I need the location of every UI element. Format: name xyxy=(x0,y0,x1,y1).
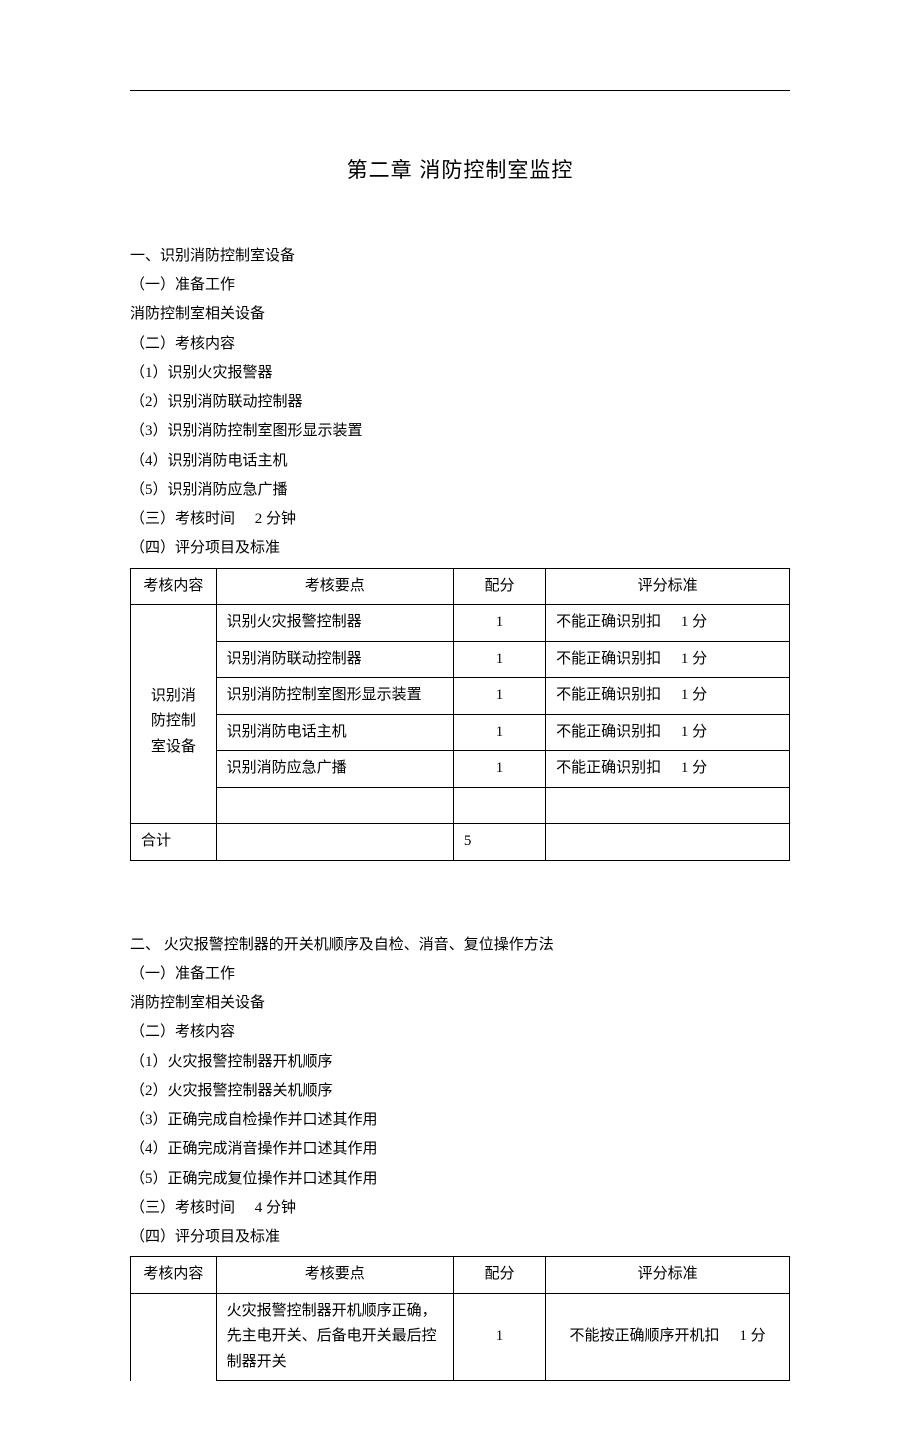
std-cell: 不能正确识别扣 1 分 xyxy=(546,714,790,751)
sum-label-cell: 合计 xyxy=(131,824,217,861)
th-score: 配分 xyxy=(453,568,545,605)
point-cell: 识别消防应急广播 xyxy=(216,751,453,788)
point-cell: 识别消防联动控制器 xyxy=(216,641,453,678)
std-suffix: 1 分 xyxy=(665,610,707,636)
table-row-sum: 合计 5 xyxy=(131,824,790,861)
table-row: 识别消防应急广播 1 不能正确识别扣 1 分 xyxy=(131,751,790,788)
s2-item-4: （4）正确完成消音操作并口述其作用 xyxy=(130,1135,790,1164)
s2-item-5: （5）正确完成复位操作并口述其作用 xyxy=(130,1165,790,1194)
std-suffix: 1 分 xyxy=(723,1324,765,1350)
s2-item-1: （1）火灾报警控制器开机顺序 xyxy=(130,1048,790,1077)
group-line2: 防控制 xyxy=(151,713,196,729)
s1-time-value: 2 分钟 xyxy=(239,505,296,534)
score-cell: 1 xyxy=(453,678,545,715)
s1-prep-text: 消防控制室相关设备 xyxy=(130,300,790,329)
s1-item-1: （1）识别火灾报警器 xyxy=(130,359,790,388)
table-row: 识别消 防控制 室设备 识别火灾报警控制器 1 不能正确识别扣 1 分 xyxy=(131,605,790,642)
s2-table: 考核内容 考核要点 配分 评分标准 火灾报警控制器开机顺序正确，先主电开关、后备… xyxy=(130,1256,790,1381)
s2-prep-label: （一）准备工作 xyxy=(130,960,790,989)
std-prefix: 不能正确识别扣 xyxy=(556,687,661,703)
group-cell: 识别消 防控制 室设备 xyxy=(131,605,217,824)
score-cell: 1 xyxy=(453,751,545,788)
group-line3: 室设备 xyxy=(151,739,196,755)
score-cell: 1 xyxy=(453,1293,545,1381)
std-cell: 不能正确识别扣 1 分 xyxy=(546,605,790,642)
empty-cell xyxy=(546,787,790,824)
s1-time-prefix: （三）考核时间 xyxy=(130,511,235,527)
th-std: 评分标准 xyxy=(546,1257,790,1294)
s2-item-2: （2）火灾报警控制器关机顺序 xyxy=(130,1077,790,1106)
empty-cell xyxy=(453,787,545,824)
s1-heading: 一、识别消防控制室设备 xyxy=(130,242,790,271)
s2-time-prefix: （三）考核时间 xyxy=(130,1200,235,1216)
top-rule xyxy=(130,90,790,91)
s2-heading: 二、 火灾报警控制器的开关机顺序及自检、消音、复位操作方法 xyxy=(130,931,790,960)
s1-item-4: （4）识别消防电话主机 xyxy=(130,447,790,476)
th-point: 考核要点 xyxy=(216,1257,453,1294)
table-header-row: 考核内容 考核要点 配分 评分标准 xyxy=(131,568,790,605)
std-prefix: 不能正确识别扣 xyxy=(556,651,661,667)
s2-prep-text: 消防控制室相关设备 xyxy=(130,989,790,1018)
s1-item-3: （3）识别消防控制室图形显示装置 xyxy=(130,417,790,446)
s2-std-label: （四）评分项目及标准 xyxy=(130,1223,790,1252)
s1-table: 考核内容 考核要点 配分 评分标准 识别消 防控制 室设备 识别火灾报警控制器 … xyxy=(130,568,790,861)
s1-item-2: （2）识别消防联动控制器 xyxy=(130,388,790,417)
std-suffix: 1 分 xyxy=(665,683,707,709)
group-line1: 识别消 xyxy=(151,688,196,704)
th-content: 考核内容 xyxy=(131,568,217,605)
empty-cell xyxy=(216,787,453,824)
chapter-title: 第二章 消防控制室监控 xyxy=(130,151,790,192)
std-cell: 不能正确识别扣 1 分 xyxy=(546,678,790,715)
table-row: 识别消防电话主机 1 不能正确识别扣 1 分 xyxy=(131,714,790,751)
std-cell: 不能正确识别扣 1 分 xyxy=(546,751,790,788)
std-suffix: 1 分 xyxy=(665,720,707,746)
s2-time: （三）考核时间 4 分钟 xyxy=(130,1194,790,1223)
point-cell: 识别消防控制室图形显示装置 xyxy=(216,678,453,715)
std-prefix: 不能正确识别扣 xyxy=(556,614,661,630)
std-prefix: 不能正确识别扣 xyxy=(556,724,661,740)
th-score: 配分 xyxy=(453,1257,545,1294)
s1-prep-label: （一）准备工作 xyxy=(130,271,790,300)
table-header-row: 考核内容 考核要点 配分 评分标准 xyxy=(131,1257,790,1294)
sum-value-cell: 5 xyxy=(453,824,545,861)
empty-cell xyxy=(546,824,790,861)
std-cell: 不能正确识别扣 1 分 xyxy=(546,641,790,678)
th-std: 评分标准 xyxy=(546,568,790,605)
std-suffix: 1 分 xyxy=(665,647,707,673)
point-cell: 火灾报警控制器开机顺序正确，先主电开关、后备电开关最后控制器开关 xyxy=(216,1293,453,1381)
point-cell: 识别火灾报警控制器 xyxy=(216,605,453,642)
s1-content-label: （二）考核内容 xyxy=(130,330,790,359)
table-row: 识别消防控制室图形显示装置 1 不能正确识别扣 1 分 xyxy=(131,678,790,715)
score-cell: 1 xyxy=(453,605,545,642)
std-prefix: 不能按正确顺序开机扣 xyxy=(570,1328,720,1344)
s1-item-5: （5）识别消防应急广播 xyxy=(130,476,790,505)
table-row: 火灾报警控制器开机顺序正确，先主电开关、后备电开关最后控制器开关 1 不能按正确… xyxy=(131,1293,790,1381)
empty-group-cell xyxy=(131,1293,217,1381)
table-row-empty xyxy=(131,787,790,824)
th-point: 考核要点 xyxy=(216,568,453,605)
std-prefix: 不能正确识别扣 xyxy=(556,760,661,776)
std-suffix: 1 分 xyxy=(665,756,707,782)
s2-content-label: （二）考核内容 xyxy=(130,1018,790,1047)
s2-time-value: 4 分钟 xyxy=(239,1194,296,1223)
th-content: 考核内容 xyxy=(131,1257,217,1294)
s1-time: （三）考核时间 2 分钟 xyxy=(130,505,790,534)
score-cell: 1 xyxy=(453,714,545,751)
score-cell: 1 xyxy=(453,641,545,678)
s2-item-3: （3）正确完成自检操作并口述其作用 xyxy=(130,1106,790,1135)
point-cell: 识别消防电话主机 xyxy=(216,714,453,751)
s1-std-label: （四）评分项目及标准 xyxy=(130,534,790,563)
table-row: 识别消防联动控制器 1 不能正确识别扣 1 分 xyxy=(131,641,790,678)
std-cell: 不能按正确顺序开机扣 1 分 xyxy=(546,1293,790,1381)
empty-cell xyxy=(216,824,453,861)
